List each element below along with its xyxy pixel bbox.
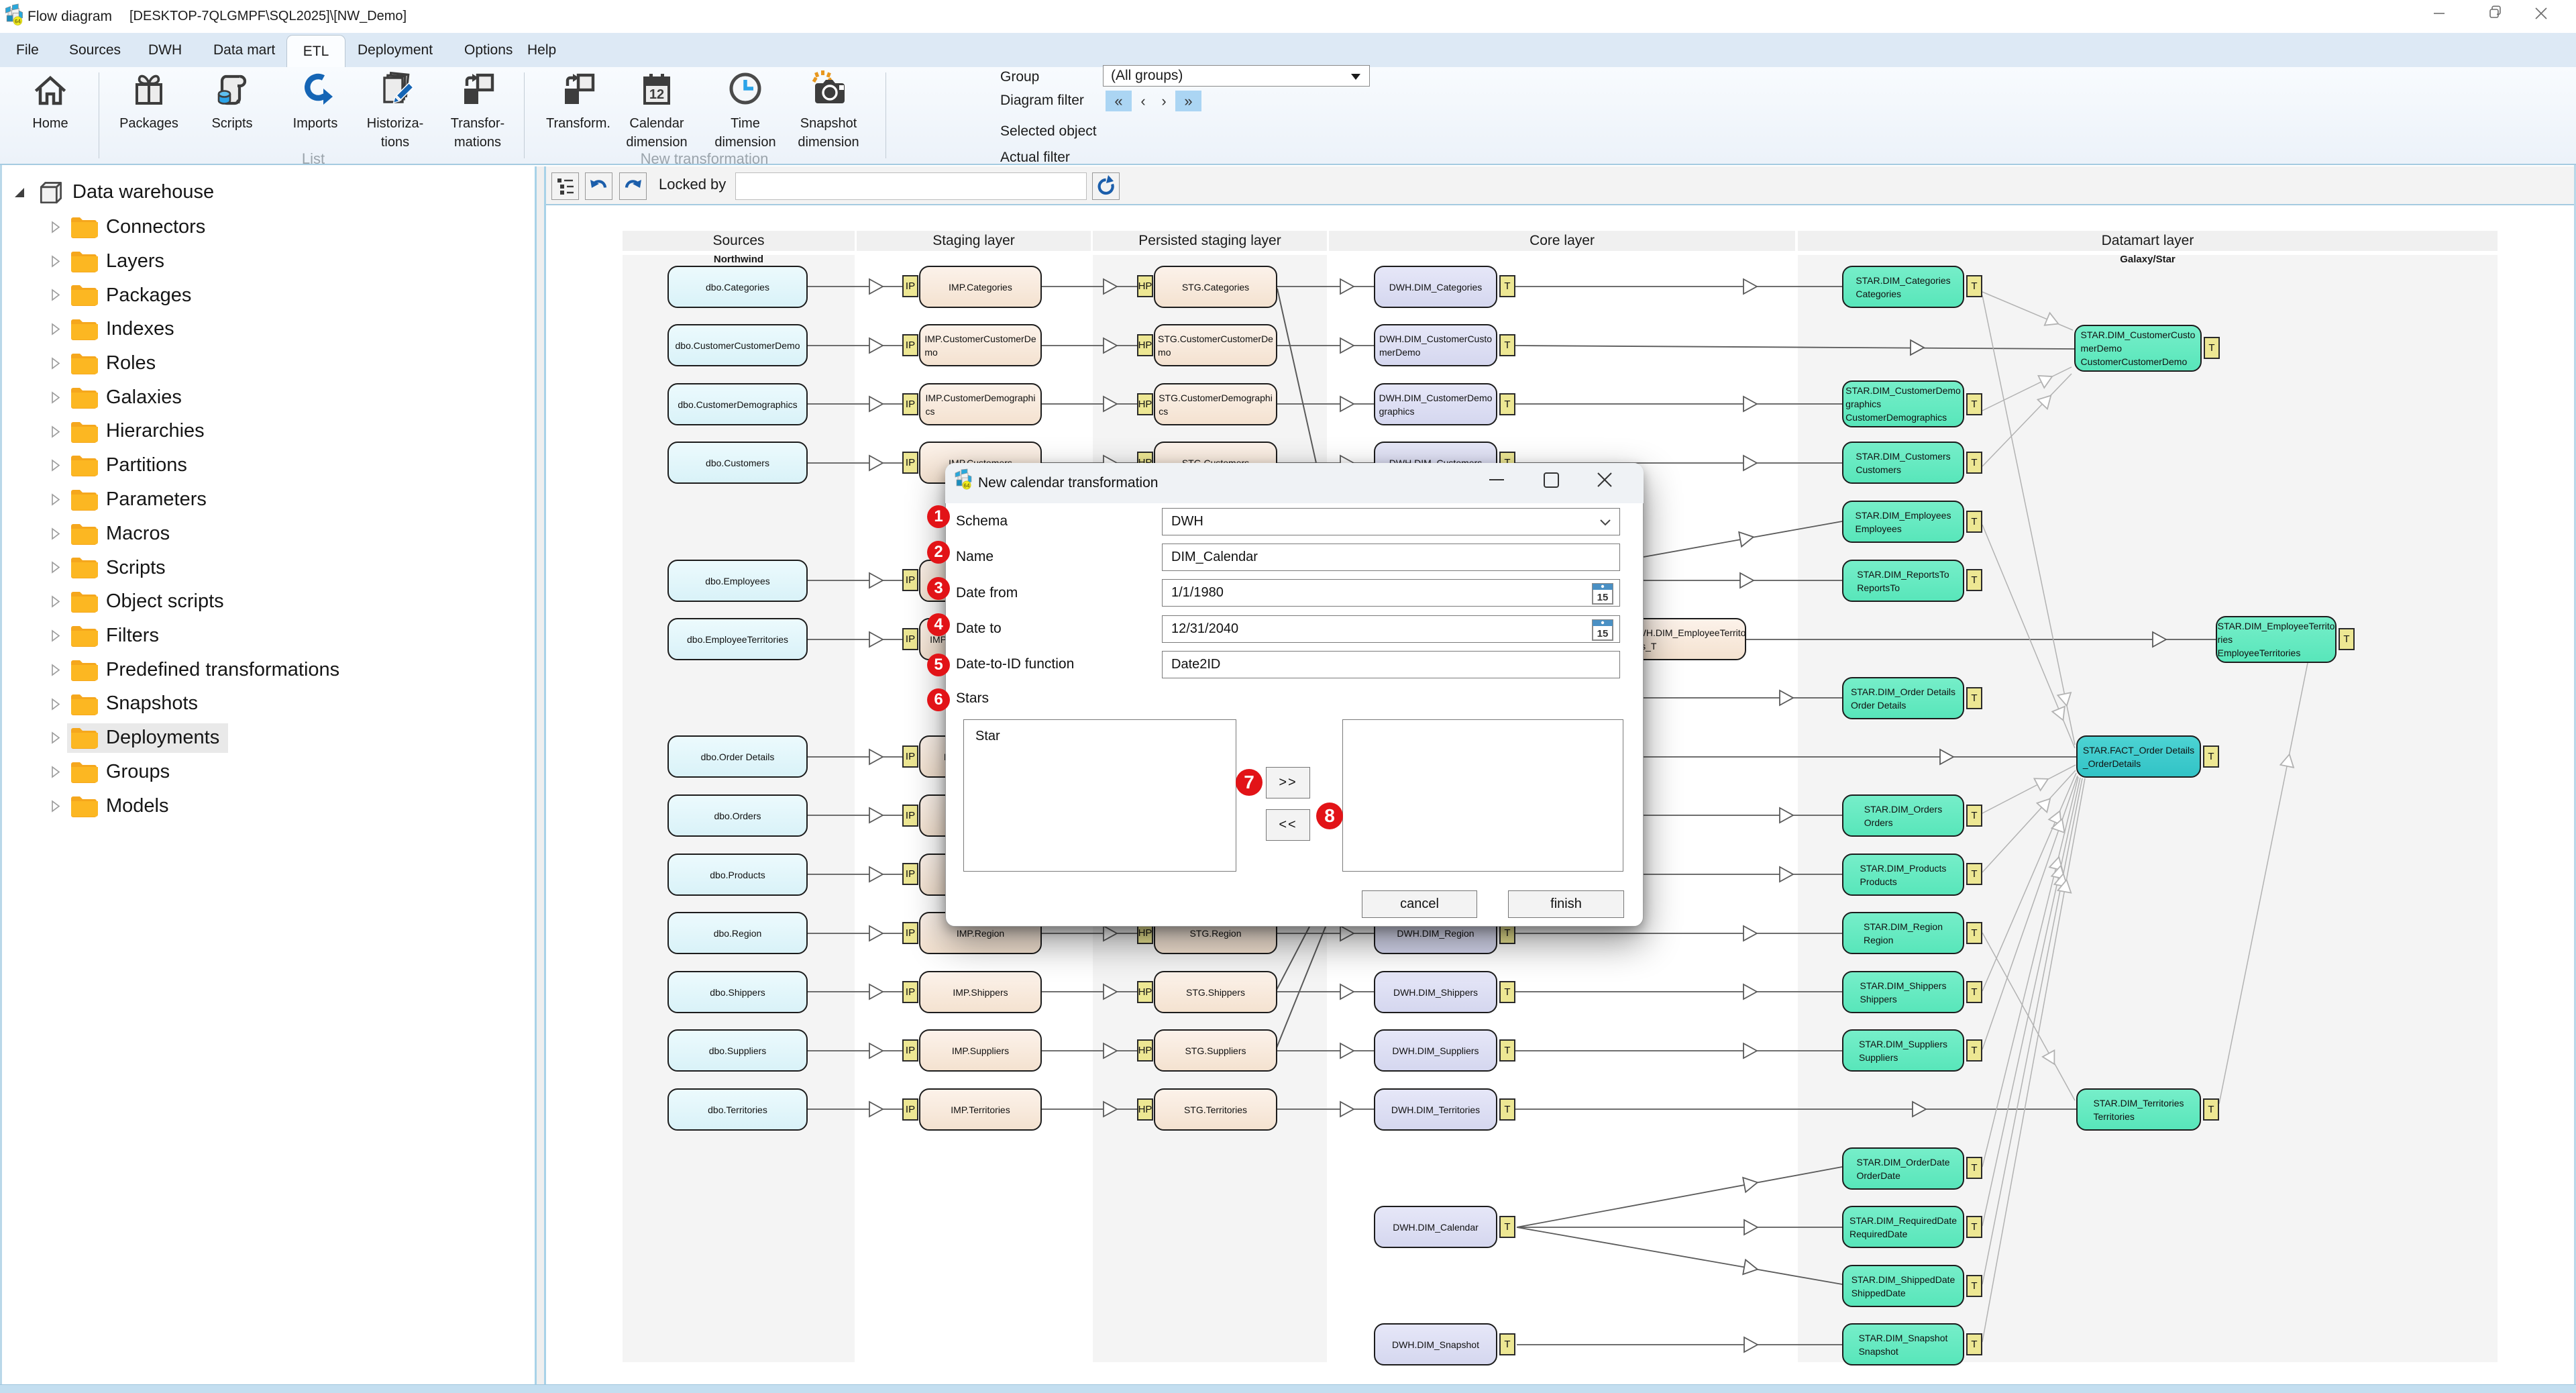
- svg-text:15: 15: [1597, 628, 1609, 639]
- svg-text:64: 64: [964, 483, 970, 489]
- svg-text:15: 15: [1597, 592, 1609, 603]
